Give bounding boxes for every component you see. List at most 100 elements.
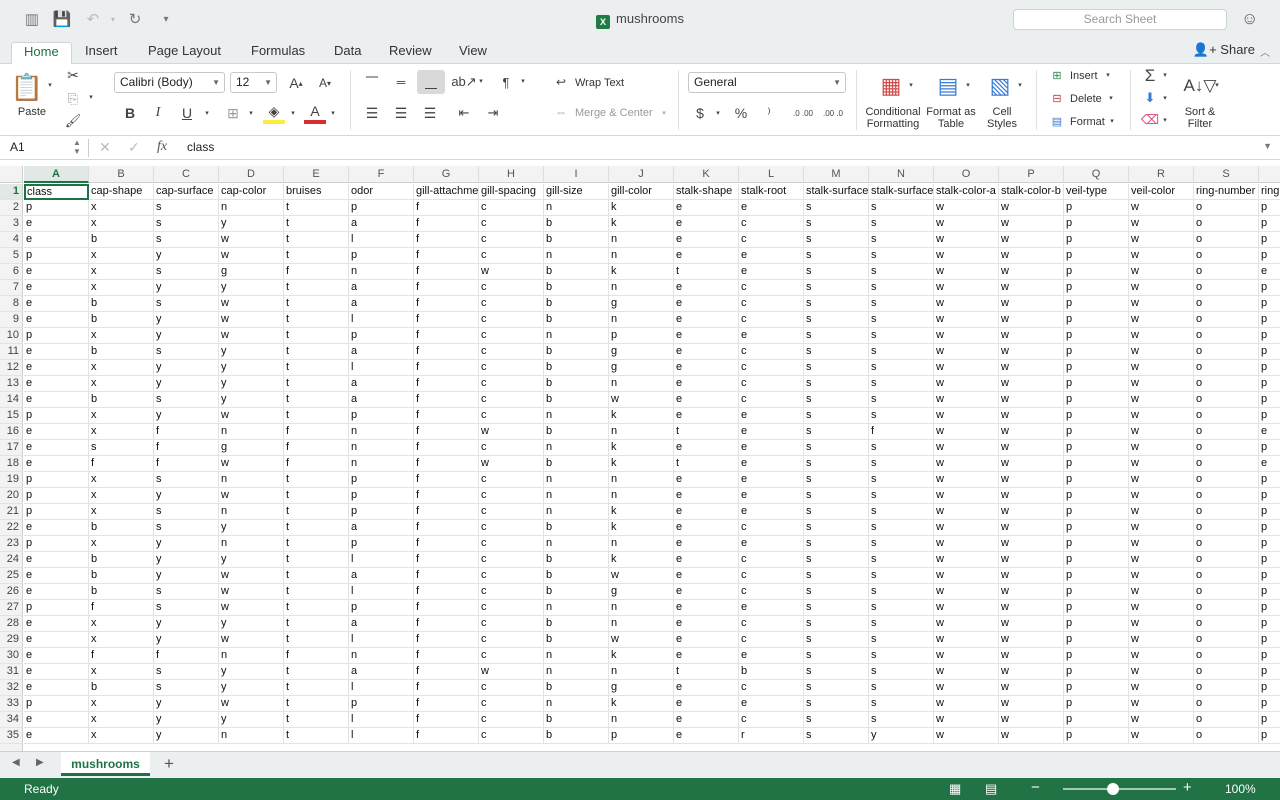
table-cell[interactable]: e	[674, 312, 739, 328]
table-cell[interactable]: s	[869, 280, 934, 296]
table-cell[interactable]: g	[219, 440, 284, 456]
table-cell[interactable]: w	[934, 664, 999, 680]
table-cell[interactable]: w	[934, 376, 999, 392]
borders-icon[interactable]: ⊞	[222, 102, 244, 124]
row-header[interactable]: 3	[0, 216, 23, 232]
table-cell[interactable]: b	[544, 552, 609, 568]
table-cell[interactable]: e	[24, 584, 89, 600]
table-cell[interactable]: w	[999, 456, 1064, 472]
table-cell[interactable]: w	[934, 648, 999, 664]
table-cell[interactable]: n	[219, 424, 284, 440]
table-cell[interactable]: y	[154, 696, 219, 712]
table-cell[interactable]: e	[24, 424, 89, 440]
table-cell[interactable]: o	[1194, 696, 1259, 712]
table-cell[interactable]: y	[154, 280, 219, 296]
table-cell[interactable]: e	[674, 568, 739, 584]
table-cell[interactable]: w	[1129, 360, 1194, 376]
table-cell[interactable]: o	[1194, 232, 1259, 248]
table-cell[interactable]: a	[349, 344, 414, 360]
merge-center-button[interactable]: Merge & Center	[575, 107, 665, 119]
row-header[interactable]: 15	[0, 408, 23, 424]
table-cell[interactable]: f	[414, 536, 479, 552]
table-cell[interactable]: s	[804, 312, 869, 328]
header-cell[interactable]: stalk-shape	[674, 184, 739, 200]
share-button[interactable]: 👤+ Share	[1193, 42, 1255, 58]
table-cell[interactable]: o	[1194, 488, 1259, 504]
zoom-slider-thumb[interactable]	[1107, 783, 1119, 795]
table-cell[interactable]: w	[1129, 648, 1194, 664]
table-cell[interactable]: b	[544, 280, 609, 296]
row-header[interactable]: 1	[0, 184, 23, 200]
table-cell[interactable]: n	[609, 248, 674, 264]
table-cell[interactable]: e	[674, 728, 739, 744]
table-cell[interactable]: w	[999, 424, 1064, 440]
paste-dropdown-icon[interactable]: ▾	[45, 80, 55, 90]
table-cell[interactable]: e	[739, 488, 804, 504]
table-cell[interactable]: p	[1259, 440, 1280, 456]
merge-center-icon[interactable]: ⇔	[552, 104, 570, 120]
table-cell[interactable]: w	[219, 296, 284, 312]
table-cell[interactable]: e	[674, 376, 739, 392]
table-cell[interactable]: c	[479, 328, 544, 344]
table-cell[interactable]: n	[544, 504, 609, 520]
table-cell[interactable]: s	[869, 616, 934, 632]
table-cell[interactable]: w	[999, 328, 1064, 344]
table-cell[interactable]: s	[89, 440, 154, 456]
table-cell[interactable]: w	[934, 328, 999, 344]
table-cell[interactable]: f	[284, 456, 349, 472]
table-cell[interactable]: w	[1129, 264, 1194, 280]
table-cell[interactable]: b	[544, 312, 609, 328]
table-cell[interactable]: p	[1259, 280, 1280, 296]
table-cell[interactable]: s	[869, 472, 934, 488]
header-cell[interactable]: cap-color	[219, 184, 284, 200]
table-cell[interactable]: c	[739, 232, 804, 248]
table-cell[interactable]: f	[414, 264, 479, 280]
table-cell[interactable]: s	[869, 440, 934, 456]
table-cell[interactable]: e	[674, 200, 739, 216]
table-cell[interactable]: n	[544, 488, 609, 504]
table-cell[interactable]: w	[934, 248, 999, 264]
table-cell[interactable]: b	[544, 264, 609, 280]
table-cell[interactable]: p	[1259, 712, 1280, 728]
row-header[interactable]: 9	[0, 312, 23, 328]
table-cell[interactable]: p	[1259, 584, 1280, 600]
table-cell[interactable]: t	[284, 600, 349, 616]
table-cell[interactable]: p	[1259, 536, 1280, 552]
table-cell[interactable]: c	[479, 728, 544, 744]
table-cell[interactable]: f	[414, 616, 479, 632]
table-cell[interactable]: x	[89, 328, 154, 344]
table-cell[interactable]: w	[479, 456, 544, 472]
table-cell[interactable]: c	[479, 632, 544, 648]
table-cell[interactable]: e	[674, 680, 739, 696]
table-cell[interactable]: b	[739, 664, 804, 680]
column-header-partial[interactable]	[1259, 166, 1280, 183]
table-cell[interactable]: l	[349, 232, 414, 248]
zoom-in-button[interactable]: +	[1183, 779, 1192, 796]
table-cell[interactable]: w	[219, 408, 284, 424]
underline-button[interactable]: U	[176, 102, 198, 124]
row-header[interactable]: 34	[0, 712, 23, 728]
table-cell[interactable]: s	[869, 712, 934, 728]
table-cell[interactable]: f	[414, 680, 479, 696]
table-cell[interactable]: n	[219, 648, 284, 664]
table-cell[interactable]: e	[674, 472, 739, 488]
confirm-entry-icon[interactable]: ✓	[128, 139, 140, 156]
table-cell[interactable]: n	[544, 328, 609, 344]
table-cell[interactable]: e	[674, 296, 739, 312]
table-cell[interactable]: p	[24, 248, 89, 264]
table-cell[interactable]: f	[414, 328, 479, 344]
table-cell[interactable]: f	[414, 568, 479, 584]
table-cell[interactable]: p	[1064, 344, 1129, 360]
table-cell[interactable]: c	[739, 296, 804, 312]
table-cell[interactable]: s	[804, 472, 869, 488]
table-cell[interactable]: n	[609, 616, 674, 632]
table-cell[interactable]: w	[1129, 248, 1194, 264]
table-cell[interactable]: y	[219, 680, 284, 696]
table-cell[interactable]: y	[154, 328, 219, 344]
clear-icon[interactable]: ⌫	[1140, 111, 1160, 129]
table-cell[interactable]: p	[1259, 344, 1280, 360]
cell-styles-icon[interactable]: ▧	[984, 70, 1016, 102]
table-cell[interactable]: e	[739, 472, 804, 488]
format-as-table-button[interactable]: Format as Table	[926, 106, 976, 130]
table-cell[interactable]: s	[154, 472, 219, 488]
